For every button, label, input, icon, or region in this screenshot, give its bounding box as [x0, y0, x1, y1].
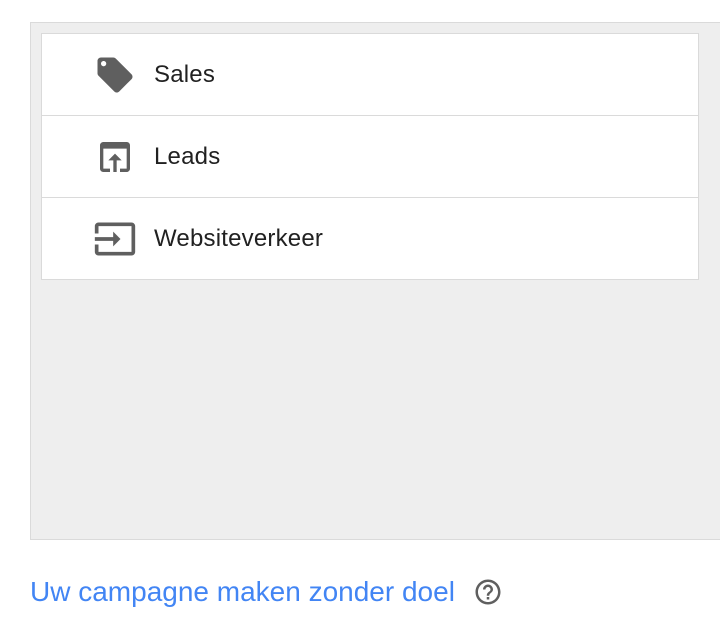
goal-option-label: Sales — [154, 60, 216, 88]
goal-option-websiteverkeer[interactable]: Websiteverkeer — [42, 197, 698, 279]
goal-option-sales[interactable]: Sales — [42, 34, 698, 115]
create-campaign-without-goal-link[interactable]: Uw campagne maken zonder doel — [30, 576, 455, 608]
help-circle-icon[interactable] — [473, 577, 503, 607]
goal-option-label: Leads — [154, 142, 221, 170]
goal-option-leads[interactable]: Leads — [42, 115, 698, 197]
goal-list: Sales Leads Websiteverkeer — [41, 33, 699, 280]
upload-window-icon — [92, 134, 138, 180]
goal-option-label: Websiteverkeer — [154, 224, 324, 252]
tag-icon — [92, 52, 138, 98]
footer: Uw campagne maken zonder doel — [30, 572, 503, 612]
enter-icon — [92, 216, 138, 262]
goal-selection-panel: Sales Leads Websiteverkeer — [30, 22, 720, 540]
